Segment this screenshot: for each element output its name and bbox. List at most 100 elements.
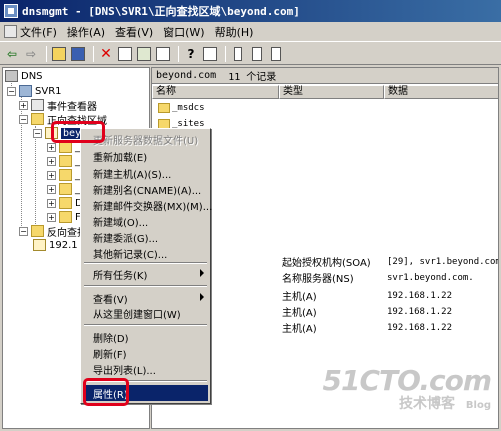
menu-item-other-records[interactable]: 其他新记录(C)...	[83, 245, 208, 261]
window-title: dnsmgmt - [DNS\SVR1\正向查找区域\beyond.com]	[22, 5, 300, 18]
record-type-cell: 主机(A)	[282, 324, 317, 335]
record-name-cell: _msdcs	[152, 102, 279, 113]
folder-icon	[158, 102, 170, 113]
view-icon[interactable]	[202, 46, 218, 62]
menu-item-new-alias[interactable]: 新建别名(CNAME)(A)...	[83, 181, 208, 197]
folder-icon	[59, 183, 72, 195]
tree-node-dns[interactable]: DNS	[5, 69, 43, 83]
record-type-cell: 名称服务器(NS)	[282, 274, 354, 285]
menu-item-new-host[interactable]: 新建主机(A)(S)...	[83, 165, 208, 181]
record-data-cell: 192.168.1.22	[387, 290, 453, 301]
tree-node-server[interactable]: − SVR1	[7, 84, 62, 98]
column-header-type[interactable]: 类型	[279, 85, 384, 99]
folder-icon	[31, 113, 44, 125]
record-data-cell: [29], svr1.beyond.com.	[387, 256, 499, 267]
submenu-arrow-icon	[200, 293, 204, 301]
record-name-cell: _sites	[152, 118, 279, 129]
watermark-logo: 51CTO.com 技术博客 Blog	[323, 364, 492, 413]
record-data-cell: 192.168.1.22	[387, 306, 453, 317]
refresh-icon[interactable]	[136, 46, 152, 62]
toolbar-separator	[46, 45, 47, 62]
record-count-label: 11 个记录	[228, 72, 277, 83]
menu-view[interactable]: 查看(V)	[115, 24, 153, 40]
dns-icon	[5, 70, 18, 82]
toolbar-separator	[178, 45, 179, 62]
forward-arrow-icon[interactable]: ⇨	[23, 46, 39, 62]
tree-node-child[interactable]: + _t	[47, 168, 84, 182]
zone-name-label: beyond.com	[156, 70, 217, 81]
delete-x-icon[interactable]: ✕	[98, 46, 114, 62]
folder-icon	[59, 211, 72, 223]
list-icon[interactable]	[249, 46, 265, 62]
record-type-cell: 主机(A)	[282, 292, 317, 303]
menu-item-view[interactable]: 查看(V)	[83, 290, 208, 306]
server-icon	[19, 85, 32, 97]
folder-icon	[158, 118, 170, 129]
console-tree-icon[interactable]	[70, 46, 86, 62]
tree-node-reverse-child[interactable]: 192.1	[33, 238, 78, 252]
menu-item-all-tasks[interactable]: 所有任务(K)	[83, 266, 208, 282]
collapse-icon[interactable]: −	[7, 86, 16, 96]
back-arrow-icon[interactable]: ⇦	[4, 46, 20, 62]
expand-icon[interactable]: +	[47, 170, 56, 180]
title-bar: dnsmgmt - [DNS\SVR1\正向查找区域\beyond.com]	[0, 0, 501, 22]
export-icon[interactable]	[155, 46, 171, 62]
menu-bar: 文件(F) 操作(A) 查看(V) 窗口(W) 帮助(H)	[0, 22, 501, 42]
tree-connector	[35, 126, 36, 226]
record-row[interactable]: _msdcs	[152, 100, 498, 115]
expand-icon[interactable]: +	[47, 156, 56, 166]
expand-icon[interactable]: +	[47, 142, 56, 152]
annotation-highlight-properties	[83, 378, 129, 406]
event-viewer-icon	[31, 99, 44, 111]
folder-icon	[59, 197, 72, 209]
toolbar-separator	[93, 45, 94, 62]
column-header-name[interactable]: 名称	[152, 85, 279, 99]
toolbar: ⇦ ⇨ ✕ ?	[0, 43, 501, 65]
menu-separator	[84, 324, 207, 326]
menu-item-reload[interactable]: 重新加载(E)	[83, 148, 208, 164]
menu-action[interactable]: 操作(A)	[67, 24, 105, 40]
context-menu: 更新服务器数据文件(U) 重新加载(E) 新建主机(A)(S)... 新建别名(…	[80, 128, 212, 404]
folder-icon	[59, 155, 72, 167]
file-menu-icon	[4, 25, 17, 38]
details-header: beyond.com 11 个记录	[152, 68, 498, 84]
dns-app-icon	[4, 4, 18, 18]
tree-node-event-viewer[interactable]: + 事件查看器	[19, 98, 97, 113]
help-icon[interactable]: ?	[183, 46, 199, 62]
properties-icon[interactable]	[117, 46, 133, 62]
menu-item-new-window[interactable]: 从这里创建窗口(W)	[83, 305, 208, 321]
menu-item-refresh[interactable]: 刷新(F)	[83, 345, 208, 361]
record-type-cell: 主机(A)	[282, 308, 317, 319]
folder-icon	[31, 225, 44, 237]
details-icon[interactable]	[268, 46, 284, 62]
menu-help[interactable]: 帮助(H)	[215, 24, 254, 40]
record-data-cell: svr1.beyond.com.	[387, 272, 474, 283]
menu-item-new-mx[interactable]: 新建邮件交换器(MX)(M)...	[83, 197, 212, 213]
expand-icon[interactable]: +	[19, 100, 28, 110]
column-header-data[interactable]: 数据	[384, 85, 498, 99]
menu-item-delete[interactable]: 删除(D)	[83, 329, 208, 345]
record-type-cell: 起始授权机构(SOA)	[282, 258, 371, 269]
menu-window[interactable]: 窗口(W)	[163, 24, 204, 40]
server-icon[interactable]	[230, 46, 246, 62]
zone-icon	[33, 239, 46, 251]
menu-item-new-domain[interactable]: 新建域(O)...	[83, 213, 208, 229]
expand-icon[interactable]: +	[47, 198, 56, 208]
submenu-arrow-icon	[200, 269, 204, 277]
menu-file[interactable]: 文件(F)	[4, 24, 57, 40]
collapse-icon[interactable]: −	[19, 114, 28, 124]
annotation-highlight-zone	[51, 121, 105, 143]
menu-separator	[84, 262, 207, 264]
expand-icon[interactable]: +	[47, 184, 56, 194]
menu-separator	[84, 285, 207, 287]
record-data-cell: 192.168.1.22	[387, 322, 453, 333]
collapse-icon[interactable]: −	[33, 128, 42, 138]
expand-icon[interactable]: +	[47, 212, 56, 222]
menu-item-export-list[interactable]: 导出列表(L)...	[83, 361, 208, 377]
menu-item-new-delegation[interactable]: 新建委派(G)...	[83, 229, 208, 245]
folder-icon	[59, 169, 72, 181]
column-header-row: 名称 类型 数据	[152, 85, 498, 99]
collapse-icon[interactable]: −	[19, 226, 28, 236]
toolbar-separator	[225, 45, 226, 62]
up-folder-icon[interactable]	[51, 46, 67, 62]
